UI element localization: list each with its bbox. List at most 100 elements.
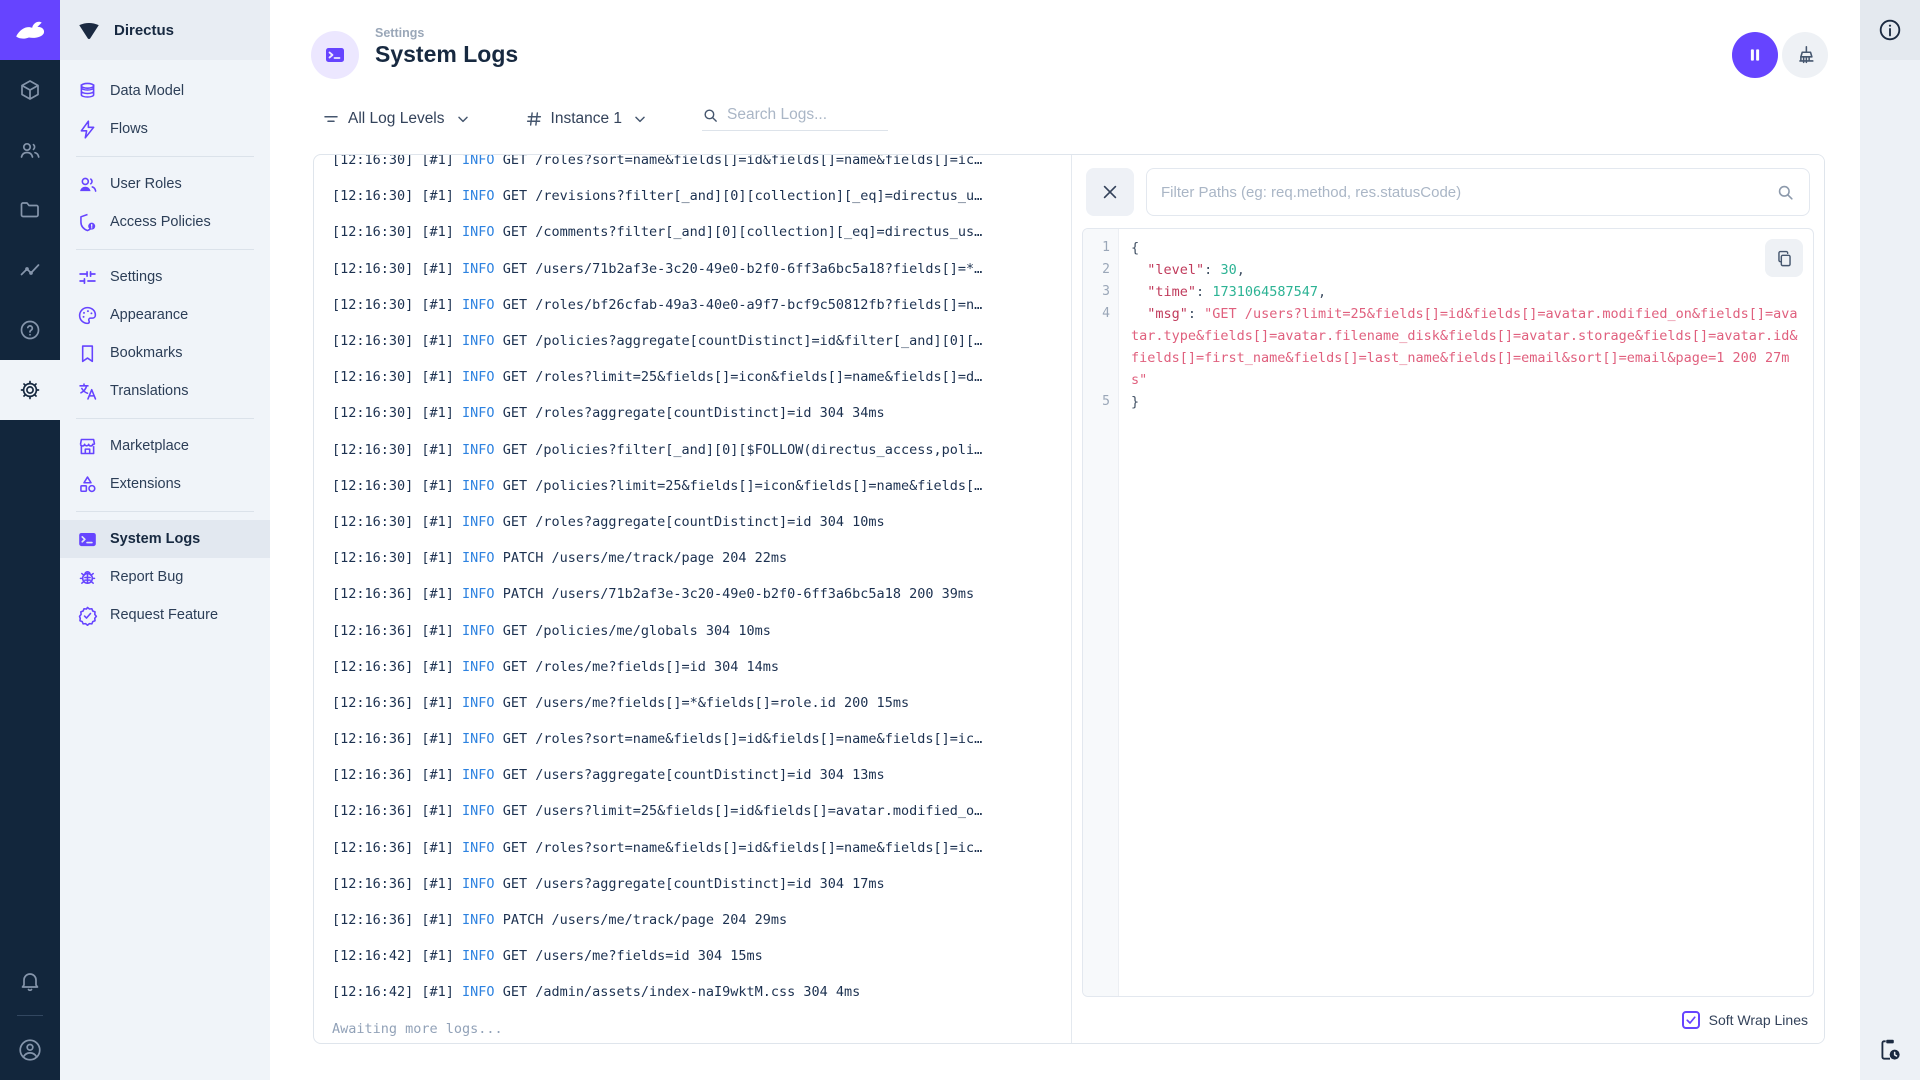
log-message: GET /users?aggregate[countDistinct]=id 3… — [502, 875, 885, 892]
database-icon — [76, 80, 98, 102]
pause-logs-button[interactable] — [1732, 32, 1778, 78]
log-row[interactable]: [12:16:42] [#1] INFO GET /admin/assets/ind… — [332, 974, 1071, 1010]
log-row[interactable]: [12:16:30] [#1] INFO GET /roles?aggregate[… — [332, 395, 1071, 431]
project-fan-icon — [76, 17, 102, 43]
log-row[interactable]: [12:16:36] [#1] INFO GET /roles?sort=name&… — [332, 830, 1071, 866]
log-row[interactable]: [12:16:30] [#1] INFO GET /policies?filter[… — [332, 432, 1071, 468]
log-row[interactable]: [12:16:30] [#1] INFO GET /revisions?filter… — [332, 178, 1071, 214]
log-row[interactable]: [12:16:36] [#1] INFO GET /users/me?fields[… — [332, 685, 1071, 721]
sidebar-item-label: Report Bug — [110, 569, 184, 585]
sidebar-item-marketplace[interactable]: Marketplace — [60, 427, 270, 465]
sidebar-item-bookmarks[interactable]: Bookmarks — [60, 334, 270, 372]
log-message: GET /users?aggregate[countDistinct]=id 3… — [502, 767, 885, 784]
sidebar-item-data-model[interactable]: Data Model — [60, 72, 270, 110]
log-row[interactable]: [12:16:30] [#1] INFO GET /comments?filter[… — [332, 214, 1071, 250]
log-level-filter[interactable]: All Log Levels — [322, 110, 471, 128]
log-row[interactable]: [12:16:36] [#1] INFO GET /users?limit=25&f… — [332, 793, 1071, 829]
json-code-line: "time": 1731064587547, — [1147, 284, 1327, 300]
chevron-down-icon — [632, 111, 648, 127]
avatar-icon[interactable] — [0, 1020, 60, 1080]
log-row[interactable]: [12:16:36] [#1] INFO GET /policies/me/glob… — [332, 612, 1071, 648]
bookmark-icon — [76, 342, 98, 364]
log-row[interactable]: [12:16:30] [#1] INFO PATCH /users/me/track… — [332, 540, 1071, 576]
bug-icon — [76, 566, 98, 588]
log-timestamp: [12:16:36] [#1] — [332, 586, 454, 603]
line-number: 3 — [1102, 284, 1110, 299]
line-number: 4 — [1102, 306, 1110, 321]
sidebar-item-settings[interactable]: Settings — [60, 258, 270, 296]
sidebar-item-access-policies[interactable]: Access Policies — [60, 203, 270, 241]
log-level-badge: INFO — [462, 839, 495, 856]
log-row[interactable]: [12:16:30] [#1] INFO GET /users/71b2af3e-3… — [332, 251, 1071, 287]
nav-list: Data Model Flows User Roles Access Policies… — [60, 60, 270, 634]
sidebar-item-request-feature[interactable]: Request Feature — [60, 596, 270, 634]
notifications-bell-icon[interactable] — [0, 951, 60, 1011]
filter-paths-field[interactable] — [1146, 168, 1810, 216]
clipboard-clock-icon[interactable] — [1860, 1020, 1920, 1080]
log-message: GET /comments?filter[_and][0][collection… — [502, 224, 983, 241]
page-title: System Logs — [375, 41, 519, 67]
palette-icon — [76, 304, 98, 326]
log-row[interactable]: [12:16:36] [#1] INFO GET /users?aggregate[… — [332, 757, 1071, 793]
sidebar-divider — [76, 511, 254, 512]
info-icon[interactable] — [1860, 0, 1920, 60]
log-row[interactable]: [12:16:30] [#1] INFO GET /policies?aggrega… — [332, 323, 1071, 359]
filter-paths-input[interactable] — [1161, 183, 1776, 201]
log-row[interactable]: [12:16:36] [#1] INFO GET /roles/me?fields[… — [332, 649, 1071, 685]
search-logs-field[interactable] — [702, 106, 889, 131]
storefront-icon — [76, 435, 98, 457]
log-row[interactable]: [12:16:36] [#1] INFO PATCH /users/71b2af3e… — [332, 576, 1071, 612]
log-message: PATCH /users/me/track/page 204 22ms — [502, 550, 788, 567]
log-level-badge: INFO — [462, 296, 495, 313]
sidebar-item-translations[interactable]: Translations — [60, 372, 270, 410]
log-timestamp: [12:16:30] [#1] — [332, 224, 454, 241]
sidebar-item-appearance[interactable]: Appearance — [60, 296, 270, 334]
sidebar-item-label: Marketplace — [110, 438, 189, 454]
search-logs-input[interactable] — [727, 106, 878, 124]
log-row[interactable]: [12:16:30] [#1] INFO GET /roles/bf26cfab-4… — [332, 287, 1071, 323]
log-level-badge: INFO — [462, 622, 495, 639]
project-name: Directus — [114, 21, 175, 39]
log-json-viewer: 1 2 3 4 5 { "level": 30, "time": 1731064587… — [1082, 228, 1814, 997]
main-area: Settings System Logs All Log Levels Inst… — [270, 0, 1860, 1080]
module-content[interactable] — [0, 60, 60, 120]
log-timestamp: [12:16:30] [#1] — [332, 154, 454, 169]
directus-logo-icon[interactable] — [0, 0, 60, 60]
filter-icon — [322, 110, 340, 128]
instance-filter[interactable]: Instance 1 — [525, 110, 649, 128]
nav-sidebar: Directus Data Model Flows User Roles Access… — [60, 0, 270, 1080]
line-number-gutter: 1 2 3 4 5 — [1083, 229, 1119, 996]
sidebar-item-label: System Logs — [110, 531, 201, 547]
log-level-badge: INFO — [462, 658, 495, 675]
system-logs-page-icon — [311, 31, 359, 79]
sidebar-item-flows[interactable]: Flows — [60, 110, 270, 148]
log-row[interactable]: [12:16:30] [#1] INFO GET /policies?limit=2… — [332, 468, 1071, 504]
log-row[interactable]: [12:16:36] [#1] INFO GET /users?aggregate[… — [332, 866, 1071, 902]
clear-logs-broom-button[interactable] — [1782, 32, 1828, 78]
log-row[interactable]: [12:16:42] [#1] INFO GET /users/me?fields=… — [332, 938, 1071, 974]
project-header[interactable]: Directus — [60, 0, 270, 60]
module-settings[interactable] — [0, 360, 60, 420]
log-row[interactable]: [12:16:36] [#1] INFO GET /roles?sort=name&… — [332, 721, 1071, 757]
sidebar-item-extensions[interactable]: Extensions — [60, 465, 270, 503]
copy-json-button[interactable] — [1765, 239, 1803, 277]
log-row[interactable]: [12:16:30] [#1] INFO GET /roles?limit=25&f… — [332, 359, 1071, 395]
log-level-badge: INFO — [462, 188, 495, 205]
breadcrumb[interactable]: Settings — [375, 26, 424, 40]
module-help[interactable] — [0, 300, 60, 360]
sidebar-item-report-bug[interactable]: Report Bug — [60, 558, 270, 596]
log-timestamp: [12:16:36] [#1] — [332, 694, 454, 711]
close-detail-button[interactable] — [1086, 168, 1134, 216]
log-row[interactable]: [12:16:36] [#1] INFO PATCH /users/me/track… — [332, 902, 1071, 938]
right-sidebar-strip — [1860, 0, 1920, 1080]
sidebar-item-system-logs[interactable]: System Logs — [60, 520, 270, 558]
log-row[interactable]: [12:16:30] [#1] INFO GET /roles?aggregate[… — [332, 504, 1071, 540]
module-insights[interactable] — [0, 240, 60, 300]
log-row[interactable]: [12:16:30] [#1] INFO GET /roles?sort=name&… — [332, 154, 1071, 178]
line-number: 5 — [1102, 394, 1110, 409]
soft-wrap-checkbox[interactable] — [1681, 1011, 1700, 1029]
sidebar-item-user-roles[interactable]: User Roles — [60, 165, 270, 203]
module-users[interactable] — [0, 120, 60, 180]
module-files[interactable] — [0, 180, 60, 240]
sidebar-divider — [76, 156, 254, 157]
